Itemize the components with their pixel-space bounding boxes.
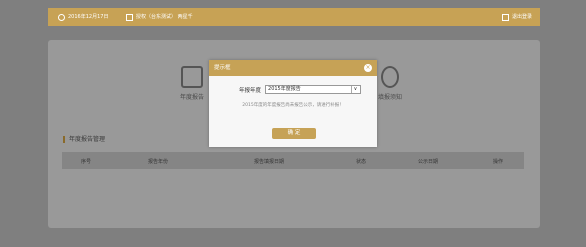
annual-report-link[interactable]: 年度报告 — [180, 66, 204, 101]
top-bar: 2016年12月17日 授权（台东测试） 两星千 退出登录 — [48, 8, 540, 26]
year-row: 年报年度 2015年度报告 ∨ — [239, 85, 362, 94]
user-text: 授权（台东测试） 两星千 — [136, 14, 193, 20]
close-icon[interactable]: × — [364, 64, 372, 72]
logout-button[interactable]: 退出登录 — [501, 8, 532, 26]
date-display: 2016年12月17日 — [58, 8, 108, 26]
instructions-label: 填报须知 — [378, 94, 403, 101]
year-select-value: 2015年度报告 — [268, 86, 301, 92]
instructions-link[interactable]: 填报须知 — [378, 66, 402, 101]
user-icon — [126, 13, 133, 21]
col-publish-date: 公示日期 — [417, 159, 439, 165]
edit-icon — [181, 66, 203, 88]
dialog-title: 提示框 — [214, 65, 231, 71]
dialog-header: 提示框 × — [209, 60, 377, 76]
col-actions: 操作 — [492, 159, 504, 165]
chevron-down-icon: ∨ — [351, 86, 359, 93]
logout-icon — [501, 13, 509, 21]
year-label: 年报年度 — [239, 87, 262, 94]
logout-label: 退出登录 — [511, 14, 532, 20]
notice-text: 2015年度的年度报告尚未报告公示，请进行补报！ — [242, 103, 344, 108]
col-report-year: 报告年份 — [147, 159, 169, 165]
date-text: 2016年12月17日 — [68, 14, 109, 20]
annual-report-label: 年度报告 — [180, 94, 205, 101]
col-status: 状态 — [355, 159, 367, 165]
year-select[interactable]: 2015年度报告 ∨ — [265, 85, 362, 94]
user-info: 授权（台东测试） 两星千 — [126, 8, 193, 26]
clock-icon — [58, 13, 65, 21]
table-header: 序号 报告年份 报告填报日期 状态 公示日期 操作 — [62, 152, 524, 169]
col-index: 序号 — [80, 159, 92, 165]
lightbulb-icon — [381, 66, 399, 88]
confirm-button[interactable]: 确 定 — [272, 128, 316, 139]
prompt-dialog: 提示框 × 年报年度 2015年度报告 ∨ 2015年度的年度报告尚未报告公示，… — [209, 60, 377, 147]
col-submit-date: 报告填报日期 — [253, 159, 285, 165]
section-title: 年度报告管理 — [63, 136, 105, 143]
